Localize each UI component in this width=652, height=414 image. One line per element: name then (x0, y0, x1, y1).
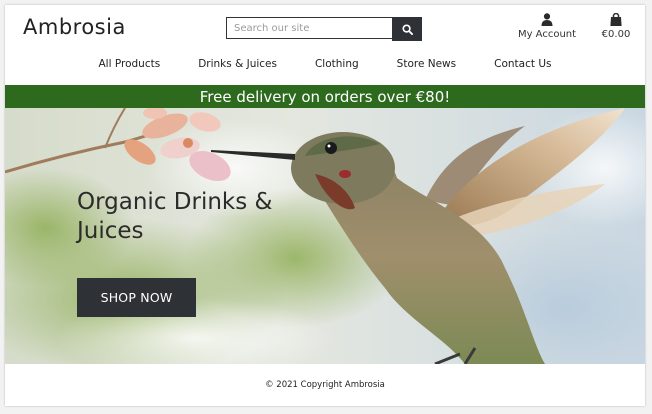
delivery-banner-text: Free delivery on orders over €80! (199, 87, 451, 106)
shopping-bag-link[interactable]: €0.00 (596, 13, 636, 40)
copyright-text: © 2021 Copyright Ambrosia (265, 380, 385, 390)
page-frame: Ambrosia My Account €0.00 (5, 5, 645, 406)
my-account-label: My Account (517, 29, 577, 40)
nav-item-contact-us[interactable]: Contact Us (475, 58, 570, 78)
search-form (226, 17, 422, 41)
search-icon (401, 23, 413, 35)
main-nav: All Products Drinks & Juices Clothing St… (5, 58, 645, 78)
search-input[interactable] (226, 17, 392, 39)
bag-total: €0.00 (601, 29, 631, 40)
hero-section: Organic Drinks & Juices SHOP NOW (5, 108, 645, 364)
my-account-link[interactable]: My Account (517, 13, 577, 40)
user-icon (541, 13, 553, 26)
site-header: Ambrosia My Account €0.00 (5, 5, 645, 85)
nav-item-store-news[interactable]: Store News (378, 58, 475, 78)
nav-item-clothing[interactable]: Clothing (296, 58, 378, 78)
hero-title: Organic Drinks & Juices (77, 189, 273, 244)
shop-now-button[interactable]: SHOP NOW (77, 278, 196, 317)
site-logo[interactable]: Ambrosia (23, 15, 126, 39)
nav-item-all-products[interactable]: All Products (80, 58, 180, 78)
site-footer: © 2021 Copyright Ambrosia (5, 364, 645, 406)
nav-item-drinks-juices[interactable]: Drinks & Juices (179, 58, 296, 78)
search-button[interactable] (392, 17, 422, 41)
delivery-banner: Free delivery on orders over €80! (5, 85, 645, 108)
shopping-bag-icon (610, 13, 622, 26)
